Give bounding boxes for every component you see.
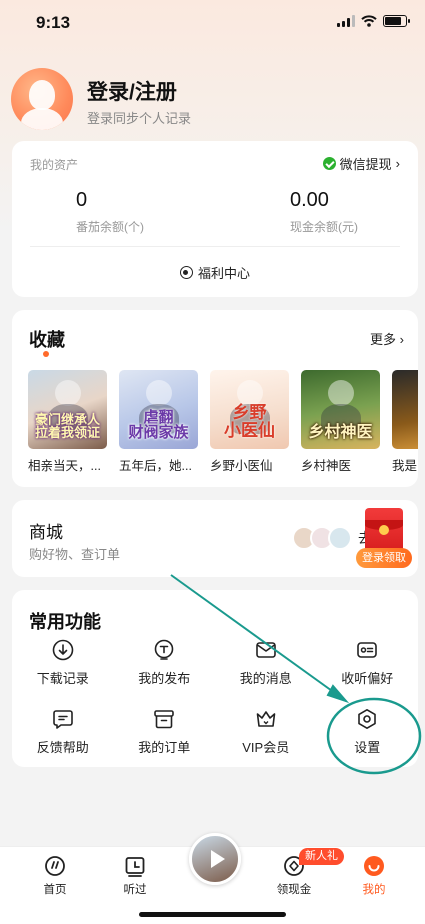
order-icon — [152, 707, 176, 731]
listen-preference-icon — [355, 638, 379, 662]
tab-history[interactable]: 听过 — [105, 855, 165, 897]
function-download-records[interactable]: 下载记录 — [12, 638, 114, 687]
function-listen-preference[interactable]: 收听偏好 — [317, 638, 419, 687]
feedback-icon — [51, 707, 75, 731]
welfare-center-button[interactable]: 福利中心 — [12, 263, 418, 282]
mall-title: 商城 — [29, 523, 63, 542]
function-label: 设置 — [354, 740, 381, 755]
book-item[interactable]: 虐翻 财阀家族 五年后，她... — [119, 370, 198, 474]
message-icon — [254, 638, 278, 662]
function-label: 我的消息 — [239, 671, 292, 686]
function-label: 下载记录 — [36, 671, 89, 686]
home-icon — [45, 856, 65, 876]
login-register-title[interactable]: 登录/注册 — [87, 76, 177, 106]
book-item[interactable]: 翼 我是 — [392, 370, 418, 474]
publish-icon — [152, 638, 176, 662]
book-cover: 翼 — [392, 370, 418, 449]
book-title: 五年后，她... — [119, 459, 192, 473]
chevron-right-icon: › — [395, 156, 400, 171]
red-packet-icon — [365, 508, 403, 552]
mall-subtitle: 购好物、查订单 — [29, 547, 121, 562]
tab-label: 我的 — [362, 884, 386, 896]
book-cover: 乡野 小医仙 — [210, 370, 289, 449]
red-packet-label: 登录领取 — [356, 548, 412, 568]
battery-icon — [383, 15, 410, 27]
wifi-icon — [361, 15, 377, 27]
history-icon — [125, 857, 145, 877]
assets-card: 我的资产 微信提现 › 0 番茄余额(个) 0.00 现金余额(元) 福利中心 — [12, 141, 418, 297]
chevron-right-icon: › — [399, 332, 404, 347]
cash-stat[interactable]: 0.00 现金余额(元) — [290, 189, 425, 235]
book-item[interactable]: 豪门继承人 拉着我领证 相亲当天，... — [28, 370, 107, 474]
status-bar: 9:13 — [0, 0, 425, 44]
wechat-withdraw-label: 微信提现 — [339, 157, 392, 172]
vip-crown-icon — [254, 707, 278, 731]
login-subtitle: 登录同步个人记录 — [87, 111, 192, 126]
function-label: VIP会员 — [242, 740, 290, 755]
function-settings[interactable]: 设置 — [317, 707, 419, 756]
favorites-more-button[interactable]: 更多 › — [370, 329, 404, 348]
function-label: 反馈帮助 — [36, 740, 89, 755]
cover-title: 翼 — [396, 424, 418, 441]
cover-title: 乡村神医 — [308, 422, 373, 442]
functions-title: 常用功能 — [29, 612, 101, 632]
status-icons — [337, 15, 410, 27]
new-user-gift-badge: 新人礼 — [299, 848, 344, 865]
assets-title: 我的资产 — [30, 158, 79, 172]
wechat-check-icon — [322, 157, 336, 170]
cash-value: 0.00 — [290, 189, 329, 211]
function-my-messages[interactable]: 我的消息 — [215, 638, 317, 687]
book-title: 乡村神医 — [301, 459, 352, 473]
book-cover: 豪门继承人 拉着我领证 — [28, 370, 107, 449]
function-vip-membership[interactable]: VIP会员 — [215, 707, 317, 756]
divider — [30, 246, 400, 247]
cover-title: 虐翻 财阀家族 — [128, 407, 189, 442]
red-packet-button[interactable]: 登录领取 — [356, 508, 412, 568]
more-label: 更多 — [370, 332, 397, 347]
cover-title: 乡野 小医仙 — [224, 403, 275, 442]
welfare-label: 福利中心 — [197, 266, 250, 281]
tab-mine[interactable]: 我的 — [344, 855, 404, 897]
book-item[interactable]: 乡野 小医仙 乡野小医仙 — [210, 370, 289, 474]
book-cover: 虐翻 财阀家族 — [119, 370, 198, 449]
coins-stat[interactable]: 0 番茄余额(个) — [76, 189, 236, 235]
common-functions-card: 常用功能 下载记录 我的发布 我的消息 收听偏好 反馈帮助 我的订单 VIP会员 — [12, 590, 418, 767]
tab-label: 领现金 — [276, 884, 312, 896]
book-title: 乡野小医仙 — [210, 459, 273, 473]
avatar[interactable] — [11, 68, 73, 130]
function-label: 我的订单 — [138, 740, 191, 755]
book-cover: 乡村神医 — [301, 370, 380, 449]
book-item[interactable]: 乡村神医 乡村神医 — [301, 370, 380, 474]
cash-label: 现金余额(元) — [290, 220, 358, 234]
tab-home[interactable]: 首页 — [25, 855, 85, 897]
welfare-icon — [179, 266, 193, 279]
function-feedback-help[interactable]: 反馈帮助 — [12, 707, 114, 756]
mall-product-thumbnails — [292, 526, 352, 550]
favorites-indicator — [43, 351, 49, 357]
signal-icon — [337, 15, 355, 27]
tab-label: 首页 — [43, 884, 67, 896]
download-icon — [51, 638, 75, 662]
wechat-withdraw-button[interactable]: 微信提现 › — [322, 154, 400, 173]
function-my-publish[interactable]: 我的发布 — [114, 638, 216, 687]
function-label: 收听偏好 — [341, 671, 394, 686]
function-label: 我的发布 — [138, 671, 191, 686]
book-title: 我是 — [392, 459, 418, 473]
cover-title: 豪门继承人 拉着我领证 — [34, 412, 100, 442]
book-title: 相亲当天，... — [28, 459, 101, 473]
functions-grid: 下载记录 我的发布 我的消息 收听偏好 反馈帮助 我的订单 VIP会员 设置 — [12, 638, 418, 756]
book-list: 豪门继承人 拉着我领证 相亲当天，... 虐翻 财阀家族 五年后，她... 乡野… — [28, 370, 418, 474]
settings-icon — [355, 707, 379, 731]
favorites-title: 收藏 — [29, 330, 65, 350]
function-my-orders[interactable]: 我的订单 — [114, 707, 216, 756]
now-playing-button[interactable] — [189, 833, 241, 885]
profile-icon — [364, 856, 384, 876]
home-indicator — [139, 912, 286, 917]
coins-label: 番茄余额(个) — [76, 220, 144, 234]
coins-value: 0 — [76, 189, 88, 211]
tab-label: 听过 — [123, 884, 147, 896]
favorites-card: 收藏 更多 › 豪门继承人 拉着我领证 相亲当天，... 虐翻 财阀家族 五年后… — [12, 310, 418, 487]
status-time: 9:13 — [36, 13, 71, 32]
